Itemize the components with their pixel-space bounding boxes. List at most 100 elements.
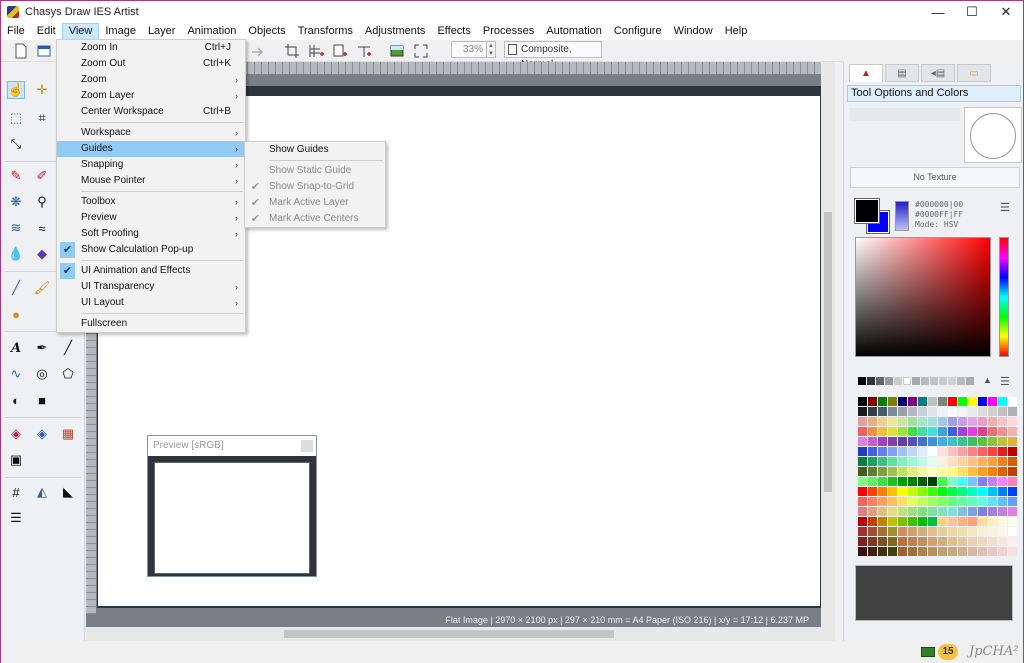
drop-tool-icon[interactable]: 💧 <box>7 245 25 263</box>
palette-swatch[interactable] <box>908 457 917 466</box>
palette-swatch[interactable] <box>898 477 907 486</box>
color-menu-icon[interactable]: ☰ <box>1000 201 1010 214</box>
vertical-scrollbar[interactable] <box>821 62 835 627</box>
palette-swatch[interactable] <box>908 477 917 486</box>
palette-swatch[interactable] <box>998 397 1007 406</box>
palette-swatch[interactable] <box>968 457 977 466</box>
palette-swatch[interactable] <box>908 447 917 456</box>
tab-layers[interactable]: ▤ <box>885 64 919 82</box>
preview-window[interactable]: Preview [sRGB] <box>147 435 317 577</box>
palette-swatch[interactable] <box>928 537 937 546</box>
palette-swatch[interactable] <box>898 507 907 516</box>
palette-swatch[interactable] <box>868 427 877 436</box>
palette-swatch[interactable] <box>968 397 977 406</box>
palette-swatch[interactable] <box>898 447 907 456</box>
palette-swatch[interactable] <box>888 447 897 456</box>
menu-item-zoom-layer[interactable]: Zoom Layer › <box>57 88 245 104</box>
notification-badge[interactable]: 15 <box>938 644 958 660</box>
palette-swatch[interactable] <box>948 537 957 546</box>
palette-swatch[interactable] <box>878 437 887 446</box>
palette-swatch[interactable] <box>888 517 897 526</box>
palette-swatch[interactable] <box>858 417 867 426</box>
palette-swatch[interactable] <box>988 547 997 556</box>
palette-swatch[interactable] <box>948 447 957 456</box>
palette-swatch[interactable] <box>878 517 887 526</box>
palette-swatch[interactable] <box>858 447 867 456</box>
palette-swatch[interactable] <box>908 527 917 536</box>
palette-swatch[interactable] <box>978 487 987 496</box>
line-brush-icon[interactable]: ╱ <box>7 279 25 297</box>
menu-item-soft-proofing[interactable]: Soft Proofing › <box>57 226 245 242</box>
palette-swatch[interactable] <box>868 467 877 476</box>
palette-swatch[interactable] <box>918 417 927 426</box>
palette-swatch[interactable] <box>868 537 877 546</box>
menu-item-show-guides[interactable]: Show Guides <box>245 142 385 158</box>
palette-swatch[interactable] <box>938 467 947 476</box>
horizontal-scrollbar[interactable] <box>86 627 835 641</box>
palette-swatch[interactable] <box>918 467 927 476</box>
menu-adjustments[interactable]: Adjustments <box>359 23 432 40</box>
palette-swatch[interactable] <box>1008 547 1017 556</box>
palette-swatch[interactable] <box>938 477 947 486</box>
palette-swatch[interactable] <box>1008 447 1017 456</box>
brush-tool-icon[interactable]: ✐ <box>33 167 51 185</box>
palette-swatch[interactable] <box>868 497 877 506</box>
palette-swatch[interactable] <box>888 497 897 506</box>
palette-swatch[interactable] <box>908 407 917 416</box>
palette-swatch[interactable] <box>928 447 937 456</box>
palette-swatch[interactable] <box>998 447 1007 456</box>
move-tool-icon[interactable]: ✛ <box>33 81 51 99</box>
palette-swatch[interactable] <box>1008 537 1017 546</box>
palette-swatch[interactable] <box>958 477 967 486</box>
blend-tool-icon[interactable]: ◐ <box>7 391 25 409</box>
menu-item-toolbox[interactable]: Toolbox › <box>57 194 245 210</box>
art-brush-icon[interactable]: 🖌 <box>33 279 51 297</box>
palette-swatch[interactable] <box>938 527 947 536</box>
palette-swatch[interactable] <box>868 527 877 536</box>
palette-swatch[interactable] <box>898 497 907 506</box>
palette-swatch[interactable] <box>858 397 867 406</box>
layer-add-icon[interactable] <box>332 43 348 59</box>
grid-tool-icon[interactable]: # <box>7 483 25 501</box>
palette-swatch[interactable] <box>908 507 917 516</box>
palette-swatch[interactable] <box>878 397 887 406</box>
palette-swatch[interactable] <box>958 517 967 526</box>
palette-swatch[interactable] <box>858 457 867 466</box>
menu-item-ui-layout[interactable]: UI Layout › <box>57 295 245 311</box>
palette-swatch[interactable] <box>958 417 967 426</box>
palette-swatch[interactable] <box>1008 427 1017 436</box>
palette-swatch[interactable] <box>968 407 977 416</box>
palette-swatch[interactable] <box>948 397 957 406</box>
palette-swatch[interactable] <box>878 467 887 476</box>
palette-swatch[interactable] <box>908 427 917 436</box>
menu-item-center-workspace[interactable]: Center Workspace Ctrl+B <box>57 104 245 120</box>
fit-screen-icon[interactable] <box>413 43 429 59</box>
tab-history[interactable]: ◂▤ <box>921 64 955 82</box>
image-icon[interactable] <box>389 43 405 59</box>
palette-swatch[interactable] <box>928 437 937 446</box>
menu-processes[interactable]: Processes <box>477 23 540 40</box>
palette-swatch[interactable] <box>918 537 927 546</box>
pencil-tool-icon[interactable]: ✎ <box>7 167 25 185</box>
palette-swatch[interactable] <box>938 487 947 496</box>
palette-swatch[interactable] <box>978 507 987 516</box>
menu-help[interactable]: Help <box>719 23 754 40</box>
palette-swatch[interactable] <box>928 527 937 536</box>
palette-swatch[interactable] <box>968 447 977 456</box>
palette-swatch[interactable] <box>938 417 947 426</box>
palette-swatch[interactable] <box>938 447 947 456</box>
wave-tool-icon[interactable]: ≈ <box>33 219 51 237</box>
palette-swatch[interactable] <box>888 407 897 416</box>
palette-swatch[interactable] <box>948 457 957 466</box>
palette-swatch[interactable] <box>948 487 957 496</box>
palette-swatch[interactable] <box>988 487 997 496</box>
palette-swatch[interactable] <box>868 457 877 466</box>
menu-objects[interactable]: Objects <box>242 23 291 40</box>
palette-swatch[interactable] <box>978 547 987 556</box>
palette-swatch[interactable] <box>888 427 897 436</box>
palette-swatch[interactable] <box>888 457 897 466</box>
palette-swatch[interactable] <box>948 477 957 486</box>
palette-swatch[interactable] <box>1008 487 1017 496</box>
open-window-icon[interactable] <box>36 43 52 59</box>
palette-swatch[interactable] <box>928 477 937 486</box>
